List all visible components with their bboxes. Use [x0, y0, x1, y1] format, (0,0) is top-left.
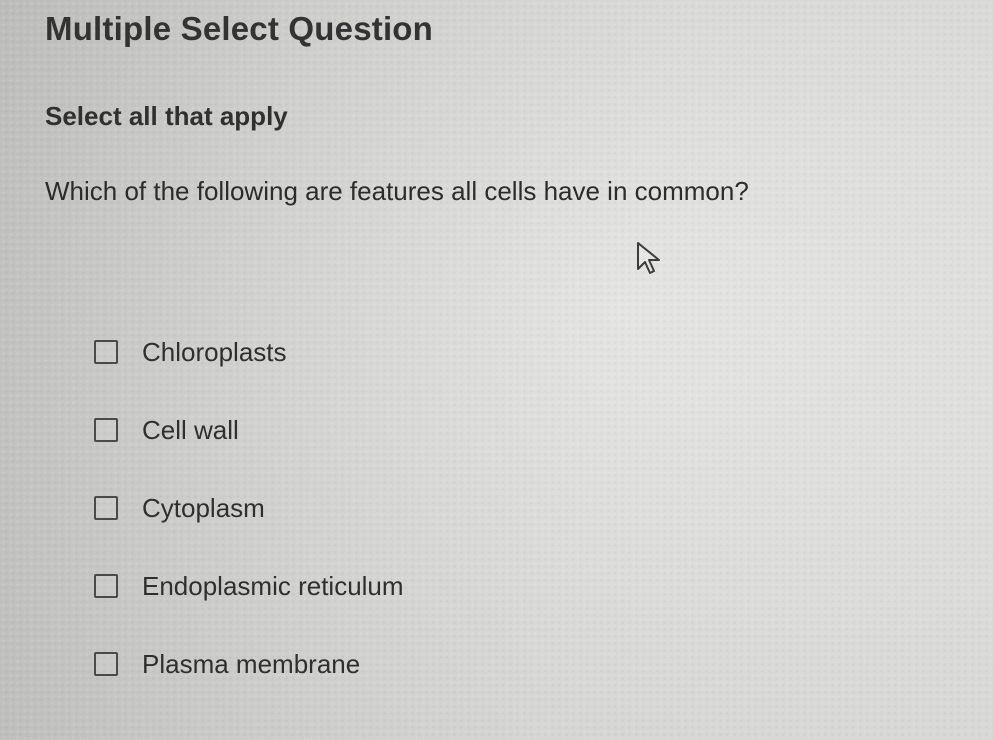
option-label-cell-wall: Cell wall [142, 414, 239, 445]
checkbox-endoplasmic-reticulum[interactable] [94, 574, 118, 598]
question-type-title: Multiple Select Question [45, 10, 434, 47]
option-cell-wall[interactable]: Cell wall [94, 412, 404, 448]
option-plasma-membrane[interactable]: Plasma membrane [94, 646, 404, 682]
multiple-select-question-panel: Multiple Select Question Select all that… [0, 0, 993, 740]
option-endoplasmic-reticulum[interactable]: Endoplasmic reticulum [94, 568, 404, 604]
option-chloroplasts[interactable]: Chloroplasts [94, 334, 404, 370]
checkbox-cell-wall[interactable] [94, 418, 118, 442]
checkbox-chloroplasts[interactable] [94, 340, 118, 364]
question-prompt: Which of the following are features all … [45, 176, 749, 206]
option-label-chloroplasts: Chloroplasts [142, 336, 287, 367]
option-label-endoplasmic-reticulum: Endoplasmic reticulum [142, 570, 404, 601]
select-all-instruction: Select all that apply [45, 101, 288, 131]
answer-options-list: Chloroplasts Cell wall Cytoplasm Endopla… [94, 334, 404, 724]
checkbox-plasma-membrane[interactable] [94, 652, 118, 676]
option-label-plasma-membrane: Plasma membrane [142, 648, 361, 679]
checkbox-cytoplasm[interactable] [94, 496, 118, 520]
option-cytoplasm[interactable]: Cytoplasm [94, 490, 404, 526]
option-label-cytoplasm: Cytoplasm [142, 492, 265, 523]
